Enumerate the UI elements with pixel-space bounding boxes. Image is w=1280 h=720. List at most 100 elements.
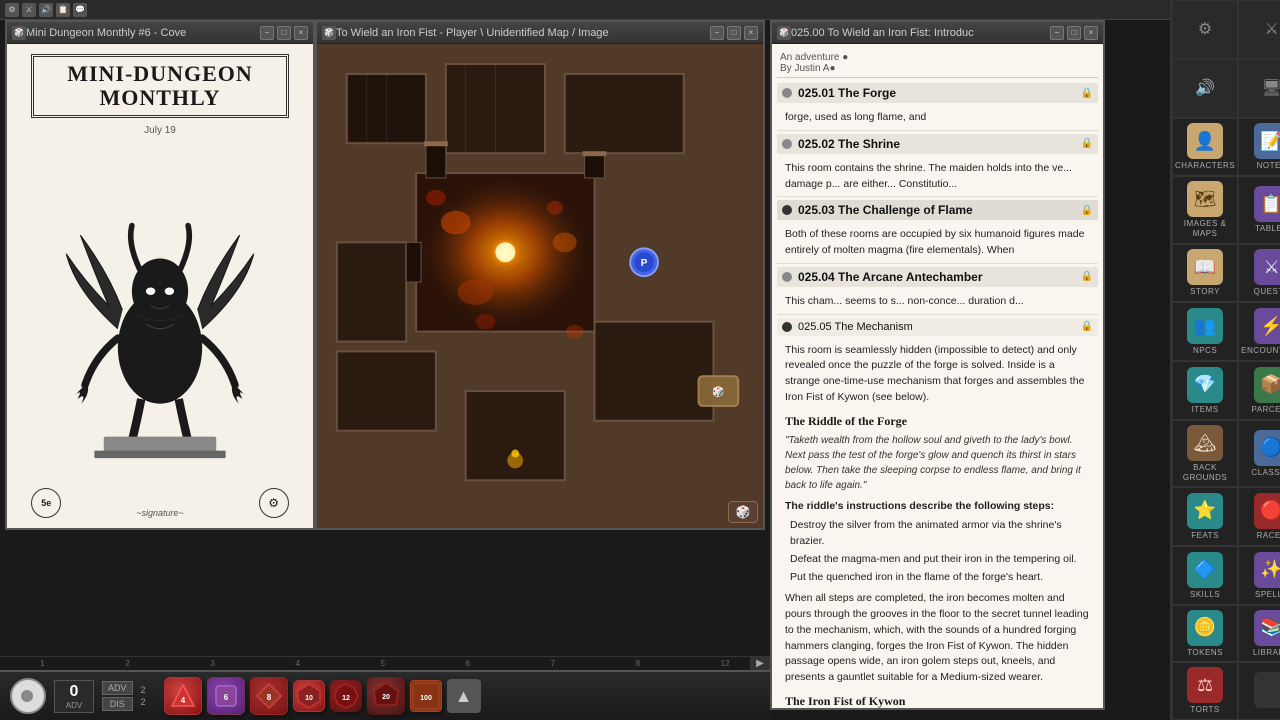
left-panel-titlebar: 🎲 Mini Dungeon Monthly #6 - Cove − □ × xyxy=(7,22,313,44)
sidebar-encounters-btn[interactable]: ⚡ Encounters xyxy=(1238,302,1280,361)
sidebar-parcels-btn[interactable]: 📦 Parcels xyxy=(1238,361,1280,420)
races-label: Races xyxy=(1257,531,1280,541)
step-1: Destroy the silver from the animated arm… xyxy=(790,518,1090,550)
sidebar-torts-btn[interactable]: ⚖ Torts xyxy=(1172,662,1238,720)
dungeon-map-svg: P 🎲 xyxy=(317,44,763,528)
section-025-04[interactable]: 025.04 The Arcane Antechamber 🔒 xyxy=(777,267,1098,287)
d6-die[interactable]: 6 xyxy=(207,677,245,715)
sidebar-tokens-btn[interactable]: 🪙 Tokens xyxy=(1172,605,1238,663)
torts-icon: ⚖ xyxy=(1187,667,1223,703)
section-025-02[interactable]: 025.02 The Shrine 🔒 xyxy=(777,134,1098,154)
toolbar-btn-3[interactable]: 🔊 xyxy=(39,3,53,17)
dis-button[interactable]: DIS xyxy=(102,697,133,711)
map-panel: 🎲 To Wield an Iron Fist - Player \ Unide… xyxy=(315,20,765,530)
sound-btn[interactable]: 🔊 xyxy=(1172,59,1238,118)
sidebar-tables-btn[interactable]: 📋 Tables xyxy=(1238,176,1280,243)
sidebar-story-btn[interactable]: 📖 Story xyxy=(1172,244,1238,303)
section-content-4: This cham... seems to s... non-conce... … xyxy=(777,290,1098,315)
sidebar-images-btn[interactable]: 🗺 Images & Maps xyxy=(1172,176,1238,243)
right-panel-content[interactable]: An adventure ● By Justin A● 025.01 The F… xyxy=(772,44,1103,708)
mechanism-para-2: When all steps are completed, the iron b… xyxy=(785,591,1090,686)
d100-die[interactable]: 100 xyxy=(410,680,442,712)
section-025-05[interactable]: 025.05 The Mechanism 🔒 xyxy=(777,318,1098,336)
d10-svg: 10 xyxy=(296,683,322,709)
iron-fist-subheading: The Iron Fist of Kywon xyxy=(785,692,1090,708)
right-close-btn[interactable]: × xyxy=(1084,26,1098,40)
d8-die[interactable]: 8 xyxy=(250,677,288,715)
adv-button[interactable]: ADV xyxy=(102,681,133,695)
d12-die[interactable]: 12 xyxy=(330,680,362,712)
toolbar-btn-4[interactable]: 📋 xyxy=(56,3,70,17)
section-content-2: This room contains the shrine. The maide… xyxy=(777,157,1098,198)
tools-btn[interactable]: ⚔ xyxy=(1238,0,1280,59)
right-panel-title: 025.00 To Wield an Iron Fist: Introduc xyxy=(791,27,1050,39)
panel-dice-icon: 🎲 xyxy=(12,26,26,40)
sidebar-library-btn[interactable]: 📚 Library xyxy=(1238,605,1280,663)
counter-labels: 2 2 xyxy=(141,685,146,707)
right-sidebar: ⚙ ⚔ 🔊 🖥 👤 Characters 📝 Notes 🗺 Images & … xyxy=(1170,0,1280,720)
center-minimize-btn[interactable]: − xyxy=(710,26,724,40)
spells-icon: ✨ xyxy=(1254,552,1280,588)
sidebar-classes-btn[interactable]: 🔵 Classes xyxy=(1238,420,1280,487)
minimize-btn[interactable]: − xyxy=(260,26,274,40)
ruler-mark-6: 6 xyxy=(466,659,470,668)
toolbar-btn-1[interactable]: ⚙ xyxy=(5,3,19,17)
dice-container: 4 6 8 10 12 xyxy=(164,677,481,715)
center-panel-controls: − □ × xyxy=(710,26,758,40)
sidebar-notes-btn[interactable]: 📝 Notes xyxy=(1238,118,1280,177)
sidebar-characters-btn[interactable]: 👤 Characters xyxy=(1172,118,1238,177)
center-maximize-btn[interactable]: □ xyxy=(727,26,741,40)
sidebar-feats-btn[interactable]: ⭐ Feats xyxy=(1172,487,1238,546)
ruler-scroll-arrow[interactable]: ▶ xyxy=(750,656,770,670)
svg-text:20: 20 xyxy=(382,694,390,701)
settings-btn[interactable]: ⚙ xyxy=(1172,0,1238,59)
parcels-icon: 📦 xyxy=(1254,367,1280,403)
sidebar-races-btn[interactable]: 🔴 Races xyxy=(1238,487,1280,546)
feats-icon: ⭐ xyxy=(1187,493,1223,529)
right-panel-icon: 🎲 xyxy=(777,26,791,40)
d4-die[interactable]: 4 xyxy=(164,677,202,715)
sidebar-backgrounds-btn[interactable]: 🏔 Back Grounds xyxy=(1172,420,1238,487)
section-025-01[interactable]: 025.01 The Forge 🔒 xyxy=(777,83,1098,103)
tables-icon: 📋 xyxy=(1254,186,1280,222)
notes-label: Notes xyxy=(1257,161,1280,171)
initiative-token[interactable] xyxy=(10,678,46,714)
map-scroll-btn[interactable]: 🎲 xyxy=(728,501,758,523)
close-btn[interactable]: × xyxy=(294,26,308,40)
d10-die[interactable]: 10 xyxy=(293,680,325,712)
right-panel-titlebar: 🎲 025.00 To Wield an Iron Fist: Introduc… xyxy=(772,22,1103,44)
d20-die[interactable]: 20 xyxy=(367,677,405,715)
npcs-icon: 👥 xyxy=(1187,308,1223,344)
edition-badge: 5e xyxy=(31,488,61,518)
turn-counter: 0 ADV xyxy=(54,680,94,713)
maximize-btn[interactable]: □ xyxy=(277,26,291,40)
sidebar-extra-btn[interactable] xyxy=(1238,662,1280,720)
modifier-die[interactable]: ▲ xyxy=(447,679,481,713)
ruler-bar: 1 2 3 4 5 6 7 8 12 ▶ xyxy=(0,656,770,670)
sidebar-npcs-btn[interactable]: 👥 NPCs xyxy=(1172,302,1238,361)
lock-icon-5: 🔒 xyxy=(1081,321,1093,332)
characters-icon: 👤 xyxy=(1187,123,1223,159)
sidebar-items-btn[interactable]: 💎 Items xyxy=(1172,361,1238,420)
sidebar-skills-btn[interactable]: 🔷 Skills xyxy=(1172,546,1238,605)
right-minimize-btn[interactable]: − xyxy=(1050,26,1064,40)
section-dot-1 xyxy=(782,88,792,98)
section-025-03[interactable]: 025.03 The Challenge of Flame 🔒 xyxy=(777,200,1098,220)
book-cover-panel: 🎲 Mini Dungeon Monthly #6 - Cove − □ × M… xyxy=(5,20,315,530)
center-panel-title: To Wield an Iron Fist - Player \ Unident… xyxy=(336,27,710,39)
dungeon-map-area[interactable]: P 🎲 🎲 xyxy=(317,44,763,528)
quests-label: Quests xyxy=(1254,287,1280,297)
toolbar-btn-5[interactable]: 💬 xyxy=(73,3,87,17)
sidebar-spells-btn[interactable]: ✨ Spells xyxy=(1238,546,1280,605)
svg-text:10: 10 xyxy=(305,695,313,702)
encounters-label: Encounters xyxy=(1241,346,1280,356)
text-content-panel: 🎲 025.00 To Wield an Iron Fist: Introduc… xyxy=(770,20,1105,710)
sidebar-quests-btn[interactable]: ⚔ Quests xyxy=(1238,244,1280,303)
toolbar-btn-2[interactable]: ⚔ xyxy=(22,3,36,17)
top-toolbar: ⚙ ⚔ 🔊 📋 💬 xyxy=(0,0,1170,20)
right-maximize-btn[interactable]: □ xyxy=(1067,26,1081,40)
screen-btn[interactable]: 🖥 xyxy=(1238,59,1280,118)
svg-text:8: 8 xyxy=(266,693,271,702)
ruler-mark-7: 7 xyxy=(551,659,555,668)
center-close-btn[interactable]: × xyxy=(744,26,758,40)
